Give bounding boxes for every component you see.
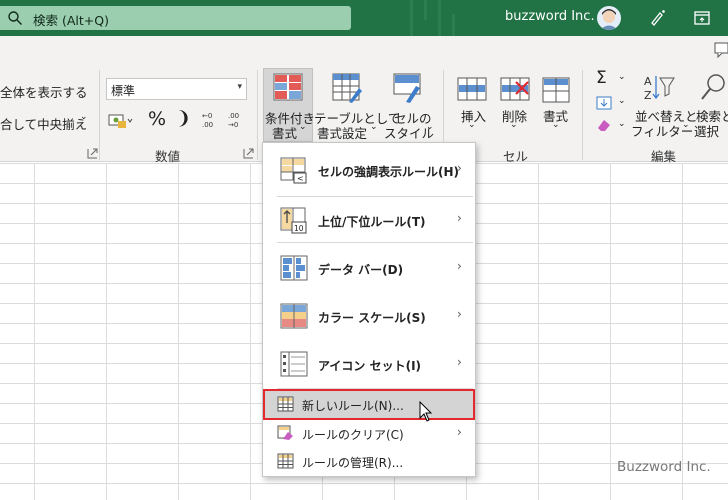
chevron-down-icon: ⌄ (682, 120, 690, 130)
watermark: Buzzword Inc. (617, 459, 711, 475)
menu-separator (277, 242, 473, 243)
menu-item-label: アイコン セット(I) (318, 359, 422, 373)
search-placeholder: 検索 (Alt+Q) (33, 13, 109, 28)
chevron-right-icon: › (457, 355, 462, 369)
merge-center-button[interactable]: 合して中央揃え (0, 114, 87, 133)
decrease-decimal-icon[interactable]: .00 →0 (226, 110, 248, 130)
svg-text:.00: .00 (228, 112, 239, 120)
group-separator (257, 70, 258, 160)
percent-style-button[interactable]: % (148, 108, 166, 130)
new-rule-icon (277, 396, 294, 412)
delete-cells-icon[interactable] (499, 74, 531, 106)
clear-icon[interactable] (596, 118, 612, 132)
chevron-down-icon: ⌄ (618, 72, 626, 82)
menu-item-manage-rules[interactable]: ルールの管理(R)... (263, 447, 475, 475)
clear-rules-icon (277, 425, 293, 440)
manage-rules-icon (277, 453, 294, 469)
find-select-icon (701, 74, 725, 100)
chevron-right-icon: › (457, 307, 462, 321)
accounting-format-icon[interactable] (108, 112, 134, 130)
chevron-down-icon: ⌄ (510, 120, 518, 130)
number-dialog-launcher-icon[interactable] (243, 148, 254, 159)
comments-icon[interactable] (712, 40, 728, 58)
fill-icon[interactable] (596, 96, 612, 110)
ribbon-display-icon[interactable] (691, 7, 713, 29)
menu-item-icon-sets[interactable]: アイコン セット(I) › (263, 341, 475, 389)
chevron-down-icon: ▾ (237, 82, 242, 92)
sort-filter-icon: A Z (644, 75, 675, 102)
menu-item-label: 上位/下位ルール(T) (318, 215, 426, 229)
menu-item-clear-rules[interactable]: ルールのクリア(C) › (263, 419, 475, 447)
find-select-label-2[interactable]: 選択 (694, 121, 719, 140)
chevron-down-icon: ⌄ (618, 96, 626, 106)
menu-item-label: 新しいルール(N)... (302, 399, 404, 413)
increase-decimal-icon[interactable]: ←0 .00 (200, 110, 222, 130)
conditional-formatting-menu: < セルの強調表示ルール(H) › 10 上位/下位ルール(T) › データ バ… (262, 142, 476, 477)
menu-item-color-scales[interactable]: カラー スケール(S) › (263, 293, 475, 341)
chevron-down-icon: ⌄ (299, 122, 307, 132)
number-format-value: 標準 (111, 84, 136, 98)
number-format-select[interactable]: 標準 ▾ (106, 78, 247, 100)
format-cells-icon[interactable] (541, 74, 573, 106)
menu-item-label: カラー スケール(S) (318, 311, 426, 325)
search-icon (8, 11, 22, 25)
menu-item-label: データ バー(D) (318, 263, 404, 277)
chevron-right-icon: › (457, 211, 462, 225)
pen-icon[interactable] (646, 7, 668, 29)
svg-text:A: A (644, 75, 652, 88)
title-bar: 検索 (Alt+Q) buzzword Inc. (0, 0, 728, 36)
chevron-down-icon: ⌄ (552, 120, 560, 130)
autosum-icon[interactable]: Σ (596, 68, 607, 88)
group-separator (582, 70, 583, 160)
menu-item-top-bottom-rules[interactable]: 10 上位/下位ルール(T) › (263, 197, 475, 245)
format-as-table-label-2[interactable]: 書式設定 (317, 123, 367, 142)
svg-text:Z: Z (644, 89, 652, 102)
conditional-formatting-icon (273, 73, 303, 101)
svg-text:→0: →0 (228, 121, 238, 129)
svg-text:←0: ←0 (202, 112, 212, 120)
cell-styles-icon (393, 73, 421, 103)
menu-item-label: ルールのクリア(C) (302, 428, 404, 442)
mouse-cursor-icon (419, 401, 433, 422)
chevron-right-icon: › (457, 425, 462, 439)
group-separator (99, 70, 100, 160)
comma-style-button[interactable]: ❩ (176, 108, 191, 129)
chevron-down-icon: ⌄ (370, 122, 378, 132)
svg-text:.00: .00 (202, 121, 213, 129)
svg-text:10: 10 (294, 224, 304, 233)
avatar[interactable] (597, 6, 621, 30)
user-name[interactable]: buzzword Inc. (505, 9, 595, 24)
menu-item-highlight-cells-rules[interactable]: < セルの強調表示ルール(H) › (263, 147, 475, 195)
menu-item-label: ルールの管理(R)... (302, 456, 404, 470)
format-as-table-icon (332, 73, 362, 103)
data-bars-icon (280, 255, 308, 281)
chevron-right-icon: › (457, 259, 462, 273)
search-box[interactable]: 検索 (Alt+Q) (0, 6, 351, 30)
top-bottom-rules-icon: 10 (280, 207, 307, 234)
conditional-formatting-label-2: 書式 (272, 126, 298, 141)
color-scales-icon (280, 303, 308, 329)
menu-item-data-bars[interactable]: データ バー(D) › (263, 245, 475, 293)
highlight-rules-icon: < (280, 157, 307, 184)
insert-cells-icon[interactable] (456, 74, 488, 106)
chevron-right-icon: › (457, 161, 462, 175)
svg-text:<: < (297, 174, 304, 183)
wrap-text-button[interactable]: 全体を表示する (0, 82, 88, 101)
title-bar-pattern (380, 0, 470, 36)
alignment-dialog-launcher-icon[interactable] (87, 148, 98, 159)
chevron-down-icon: ⌄ (618, 119, 626, 129)
menu-item-new-rule[interactable]: 新しいルール(N)... (263, 389, 475, 420)
chevron-down-icon: ⌄ (468, 120, 476, 130)
chevron-down-icon: ⌄ (426, 122, 434, 132)
menu-item-label: セルの強調表示ルール(H) (318, 165, 460, 179)
icon-sets-icon (280, 351, 308, 377)
merge-dropdown-chevron-icon[interactable]: ⌄ (80, 112, 88, 122)
